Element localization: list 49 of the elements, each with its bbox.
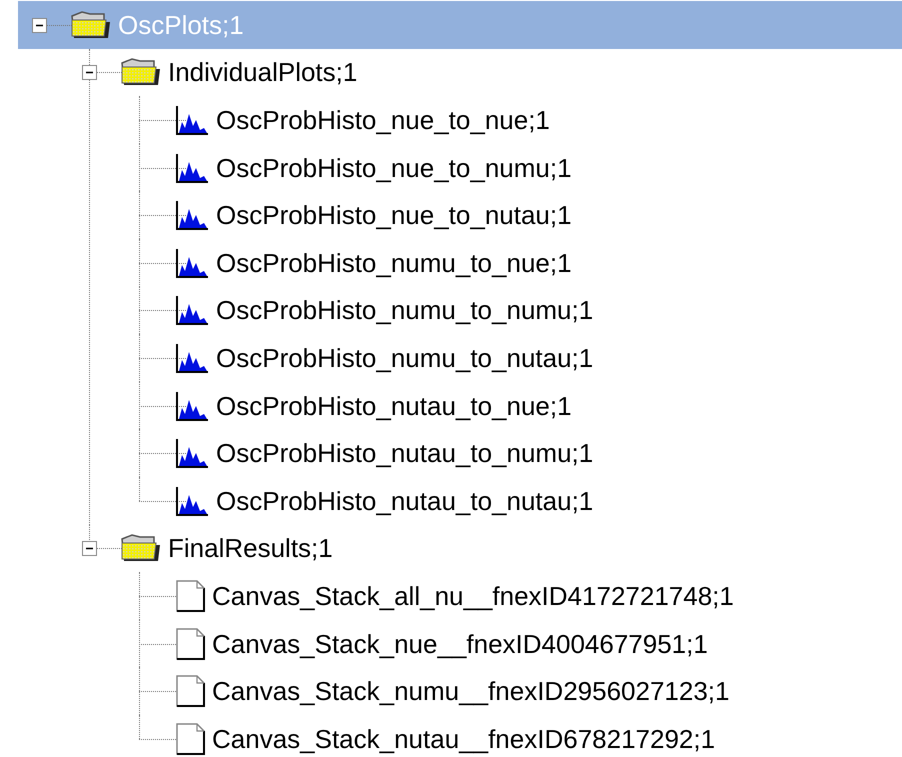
tree-row[interactable]: FinalResults;1	[18, 524, 902, 572]
folder-icon	[120, 533, 162, 564]
tree-row[interactable]: OscProbHisto_nutau_to_nutau;1	[18, 476, 902, 525]
tree-row[interactable]: IndividualPlots;1	[18, 48, 902, 96]
item-label: FinalResults;1	[168, 535, 333, 562]
tree-row[interactable]: OscProbHisto_nutau_to_nue;1	[18, 382, 902, 430]
item-label: OscProbHisto_nue_to_numu;1	[216, 154, 572, 181]
collapse-icon[interactable]	[82, 65, 97, 80]
tree-row[interactable]: Canvas_Stack_all_nu__fnexID4172721748;1	[18, 572, 902, 620]
item-label: OscProbHisto_numu_to_nue;1	[216, 250, 572, 276]
item-label: OscProbHisto_nue_to_nue;1	[216, 106, 550, 133]
item-label: OscProbHisto_numu_to_numu;1	[216, 297, 594, 324]
item-label: Canvas_Stack_nutau__fnexID678217292;1	[212, 726, 716, 752]
item-label: Canvas_Stack_nue__fnexID4004677951;1	[212, 630, 708, 657]
item-label: OscProbHisto_nutau_to_nutau;1	[216, 488, 594, 514]
histogram-icon	[174, 294, 210, 326]
histogram-icon	[174, 484, 210, 517]
collapse-icon[interactable]	[82, 541, 97, 556]
folder-icon	[70, 10, 112, 40]
tree-row[interactable]: OscProbHisto_numu_to_nutau;1	[18, 334, 902, 382]
tree-row[interactable]: OscProbHisto_nue_to_numu;1	[18, 144, 902, 192]
histogram-icon	[174, 152, 210, 184]
histogram-icon	[174, 342, 210, 374]
page-icon	[174, 626, 206, 661]
item-label: Canvas_Stack_numu__fnexID2956027123;1	[212, 678, 730, 704]
histogram-icon	[174, 246, 210, 279]
tree-row[interactable]: Canvas_Stack_nutau__fnexID678217292;1	[18, 714, 902, 757]
page-icon	[174, 578, 206, 613]
tree-row[interactable]: OscProbHisto_nutau_to_numu;1	[18, 429, 902, 477]
tree-row[interactable]: OscProbHisto_numu_to_nue;1	[18, 238, 902, 287]
item-label: OscPlots;1	[118, 12, 244, 38]
histogram-icon	[174, 199, 210, 232]
histogram-icon	[174, 104, 210, 136]
item-label: Canvas_Stack_all_nu__fnexID4172721748;1	[212, 582, 734, 609]
folder-icon	[120, 57, 162, 88]
tree-row[interactable]: Canvas_Stack_numu__fnexID2956027123;1	[18, 667, 902, 715]
item-label: OscProbHisto_nue_to_nutau;1	[216, 202, 572, 228]
collapse-icon[interactable]	[32, 18, 47, 33]
item-label: IndividualPlots;1	[168, 59, 358, 86]
item-label: OscProbHisto_numu_to_nutau;1	[216, 344, 594, 371]
tree-row[interactable]: OscProbHisto_nue_to_nue;1	[18, 96, 902, 144]
tree-row[interactable]: Canvas_Stack_nue__fnexID4004677951;1	[18, 620, 902, 668]
page-icon	[174, 674, 206, 708]
histogram-icon	[174, 437, 210, 470]
item-label: OscProbHisto_nutau_to_numu;1	[216, 440, 594, 466]
histogram-icon	[174, 390, 210, 422]
tree-row[interactable]: OscProbHisto_numu_to_numu;1	[18, 286, 902, 334]
tree-row[interactable]: OscProbHisto_nue_to_nutau;1	[18, 191, 902, 239]
item-label: OscProbHisto_nutau_to_nue;1	[216, 392, 572, 419]
